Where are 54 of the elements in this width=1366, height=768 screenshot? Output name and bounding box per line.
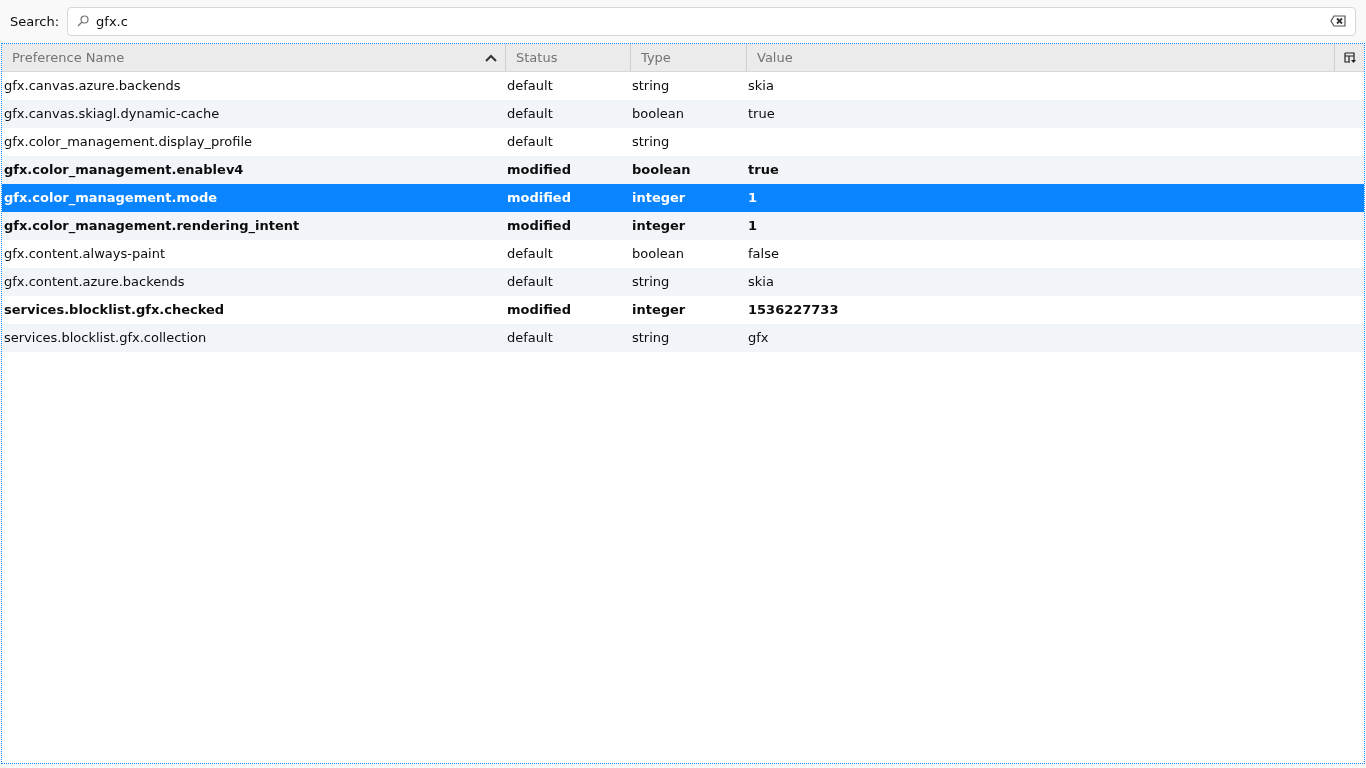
table-cell: 1 <box>748 218 758 234</box>
preference-row[interactable]: gfx.content.azure.backends default string skia <box>2 268 1364 296</box>
table-cell: boolean <box>632 246 684 262</box>
table-cell: string <box>632 330 670 346</box>
table-cell: integer <box>632 302 686 318</box>
column-header[interactable]: Type <box>630 44 746 71</box>
table-cell: gfx.color_management.rendering_intent <box>4 218 300 234</box>
table-cell: modified <box>507 302 571 318</box>
preference-row[interactable]: gfx.color_management.enablev4 modified boolean true <box>2 156 1364 184</box>
table-cell: default <box>507 134 553 150</box>
table-cell: 1 <box>748 190 758 206</box>
table-cell: services.blocklist.gfx.checked <box>4 302 225 318</box>
table-cell: gfx.color_management.display_profile <box>4 134 253 150</box>
table-cell: gfx.canvas.skiagl.dynamic-cache <box>4 106 220 122</box>
table-cell: gfx.color_management.enablev4 <box>4 162 244 178</box>
table-cell: boolean <box>632 106 684 122</box>
table-cell: gfx.content.azure.backends <box>4 274 185 290</box>
preference-row[interactable]: services.blocklist.gfx.collection default string gfx <box>2 324 1364 352</box>
clear-icon[interactable] <box>1330 15 1346 27</box>
column-picker-icon[interactable] <box>1343 51 1356 64</box>
table-cell: integer <box>632 190 686 206</box>
table-cell: modified <box>507 190 571 206</box>
table-cell: gfx.content.always-paint <box>4 246 166 262</box>
table-cell: true <box>748 162 779 178</box>
table-cell: 1536227733 <box>748 302 839 318</box>
search-icon <box>77 15 90 27</box>
column-header[interactable]: Preference Name <box>2 44 505 71</box>
table-cell: string <box>632 274 670 290</box>
table-cell: boolean <box>632 162 691 178</box>
table-cell: string <box>632 78 670 94</box>
table-cell: modified <box>507 218 571 234</box>
table-cell: integer <box>632 218 686 234</box>
table-cell: gfx.color_management.mode <box>4 190 218 206</box>
table-cell: default <box>507 78 553 94</box>
table-cell: false <box>748 246 779 262</box>
table-cell: default <box>507 106 553 122</box>
table-cell: skia <box>748 78 774 94</box>
table-cell: default <box>507 274 553 290</box>
table-cell: default <box>507 330 553 346</box>
preference-row[interactable]: gfx.canvas.skiagl.dynamic-cache default boolean true <box>2 100 1364 128</box>
column-header[interactable]: Status <box>505 44 630 71</box>
column-header[interactable]: Value <box>746 44 1334 71</box>
table-cell: gfx <box>748 330 769 346</box>
preference-row[interactable]: gfx.color_management.rendering_intent modified integer 1 <box>2 212 1364 240</box>
search-label: Search: <box>10 12 60 31</box>
table-cell: services.blocklist.gfx.collection <box>4 330 207 346</box>
table-cell: string <box>632 134 670 150</box>
table-cell: modified <box>507 162 571 178</box>
search-field[interactable]: gfx.c <box>67 7 1356 36</box>
preference-row[interactable]: gfx.color_management.mode modified integer 1 <box>2 184 1364 212</box>
table-cell: true <box>748 106 775 122</box>
table-cell: default <box>507 246 553 262</box>
table-cell: skia <box>748 274 774 290</box>
table-cell: gfx.canvas.azure.backends <box>4 78 181 94</box>
